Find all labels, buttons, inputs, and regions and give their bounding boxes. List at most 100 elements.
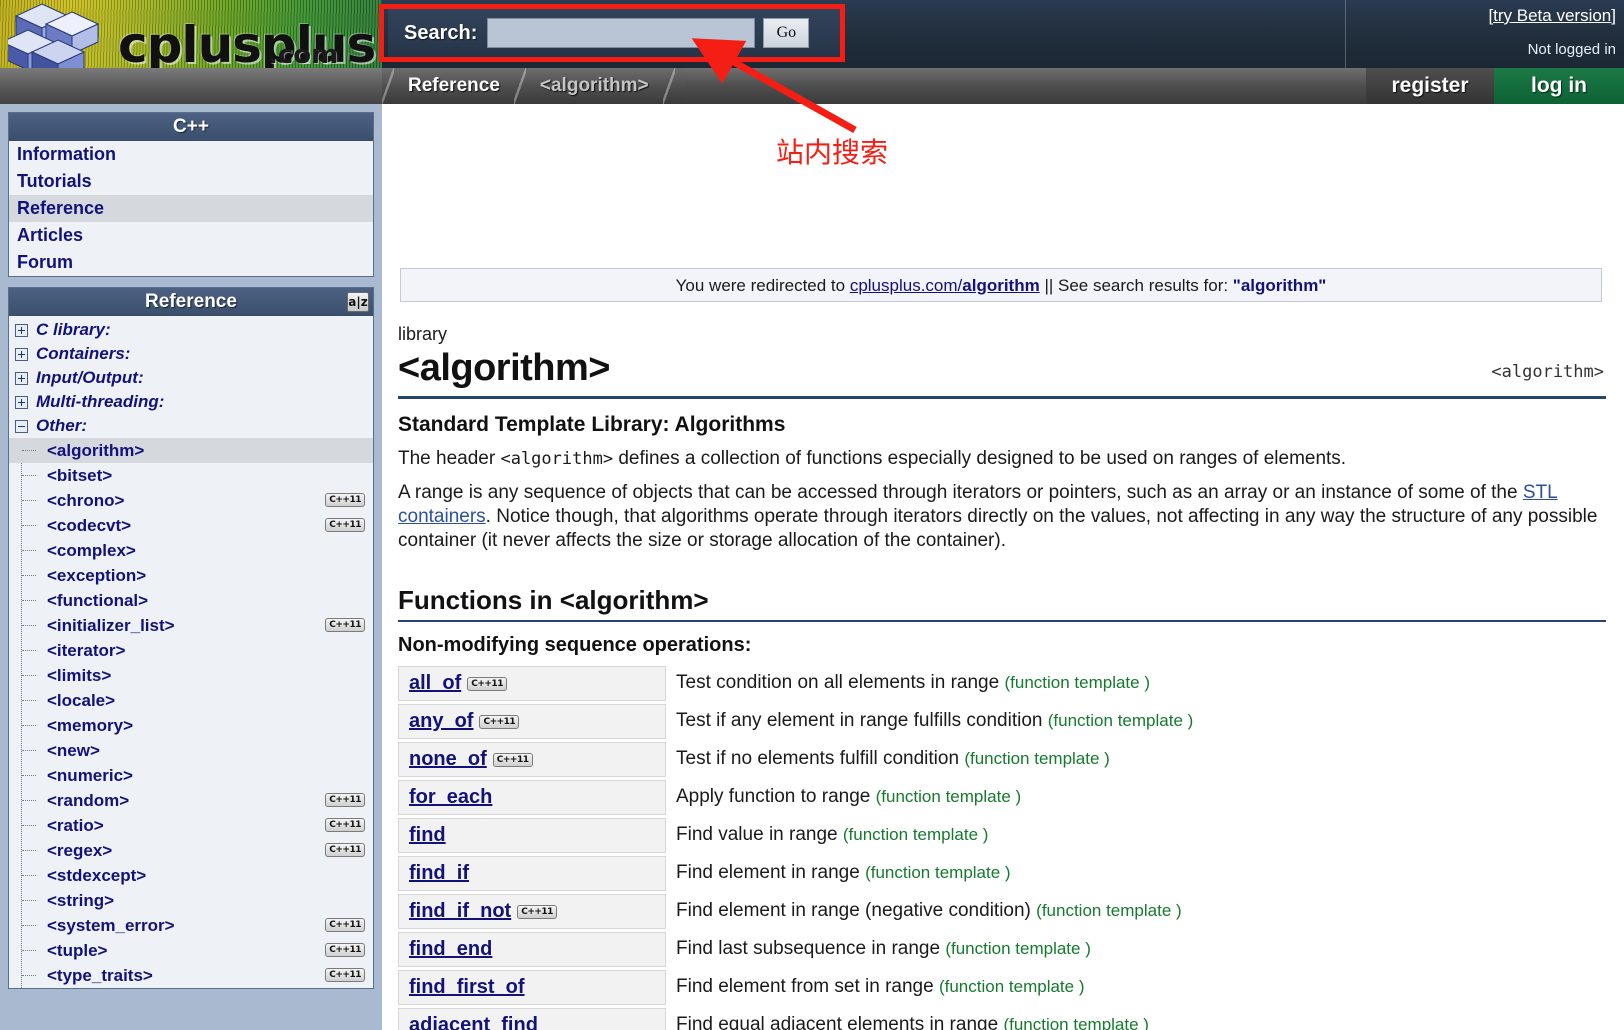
sidebar-header-label: <type_traits>: [47, 965, 153, 985]
sidebar-header-label: <locale>: [47, 690, 116, 710]
site-logo[interactable]: cplusplus .com: [0, 0, 382, 68]
search-go-button[interactable]: Go: [763, 18, 810, 48]
sidebar-header-label: <string>: [47, 890, 115, 910]
login-status-text: Not logged in: [1527, 41, 1616, 58]
sidebar-header-item[interactable]: <limits>: [9, 663, 373, 688]
function-link[interactable]: adjacent_find: [409, 1014, 538, 1030]
sidebar-header-item[interactable]: <type_traits> C++11: [9, 963, 373, 988]
breadcrumb-item-reference[interactable]: Reference: [394, 68, 514, 104]
function-description: Find element in range: [676, 862, 866, 884]
sidebar-header-label: <complex>: [47, 540, 136, 560]
redirect-middle: || See search results for:: [1039, 276, 1233, 295]
function-description-cell: Find last subsequence in range (function…: [666, 932, 1606, 967]
sidebar-header-label: <exception>: [47, 565, 147, 585]
function-link[interactable]: find_first_of: [409, 976, 525, 998]
function-link[interactable]: any_of: [409, 710, 473, 732]
sidebar-item-reference[interactable]: Reference: [9, 195, 373, 222]
tree-group-label: Containers:: [36, 344, 131, 363]
sidebar-header-item[interactable]: <system_error> C++11: [9, 913, 373, 938]
tree-group-multi-threading[interactable]: Multi-threading:: [9, 390, 373, 414]
cpp11-badge-icon: C++11: [325, 493, 365, 507]
sidebar-header-item[interactable]: <stdexcept>: [9, 863, 373, 888]
sidebar-header-label: <functional>: [47, 590, 149, 610]
sidebar-header-label: <random>: [47, 790, 130, 810]
function-link[interactable]: none_of: [409, 748, 487, 770]
redirect-link-bold: algorithm: [962, 276, 1040, 295]
cpp-panel: C++ Information Tutorials Reference Arti…: [8, 112, 374, 277]
reference-panel-title: Reference a|z: [9, 288, 373, 316]
sidebar-header-item[interactable]: <new>: [9, 738, 373, 763]
function-link[interactable]: find_if: [409, 862, 469, 884]
function-link[interactable]: for_each: [409, 786, 492, 808]
sidebar-header-item[interactable]: <initializer_list> C++11: [9, 613, 373, 638]
sidebar-header-item[interactable]: <complex>: [9, 538, 373, 563]
page-kicker: library: [398, 324, 448, 344]
login-button[interactable]: log in: [1494, 68, 1624, 104]
redirect-query[interactable]: "algorithm": [1233, 276, 1327, 295]
cpp11-badge-icon: C++11: [517, 904, 557, 919]
para2-after: . Notice though, that algorithms operate…: [398, 505, 1598, 551]
table-row: find_if_not C++11 Find element in range (n…: [398, 893, 1606, 929]
cpp11-badge-icon: C++11: [325, 943, 365, 957]
sidebar-header-label: <tuple>: [47, 940, 108, 960]
sidebar-header-label: <regex>: [47, 840, 113, 860]
sidebar-header-item[interactable]: <locale>: [9, 688, 373, 713]
tree-group-containers[interactable]: Containers:: [9, 342, 373, 366]
table-row: adjacent_find Find equal adjacent element…: [398, 1007, 1606, 1030]
redirect-link[interactable]: cplusplus.com/algorithm: [850, 276, 1040, 295]
function-group-label: Non-modifying sequence operations:: [398, 633, 752, 656]
cpp11-badge-icon: C++11: [325, 618, 365, 632]
function-name-cell: find_if: [398, 855, 666, 891]
tree-group-input-output[interactable]: Input/Output:: [9, 366, 373, 390]
top-banner: cplusplus .com Search: Go [try Beta vers…: [0, 0, 1624, 68]
search-input[interactable]: [487, 18, 756, 48]
register-button[interactable]: register: [1366, 68, 1494, 104]
expand-plus-icon[interactable]: [15, 347, 28, 361]
sidebar-item-articles[interactable]: Articles: [9, 222, 373, 249]
function-link[interactable]: find: [409, 824, 446, 846]
function-kind: (function template ): [945, 939, 1091, 959]
sidebar-header-item[interactable]: <random> C++11: [9, 788, 373, 813]
sidebar-header-item[interactable]: <bitset>: [9, 463, 373, 488]
tree-group-c-library[interactable]: C library:: [9, 318, 373, 342]
table-row: find_end Find last subsequence in range (…: [398, 931, 1606, 967]
table-row: any_of C++11 Test if any element in range …: [398, 703, 1606, 739]
function-link[interactable]: find_if_not: [409, 900, 511, 922]
sidebar-header-item[interactable]: <codecvt> C++11: [9, 513, 373, 538]
sidebar-header-item[interactable]: <memory>: [9, 713, 373, 738]
sidebar-header-item[interactable]: <iterator>: [9, 638, 373, 663]
sidebar-header-item[interactable]: <tuple> C++11: [9, 938, 373, 963]
sidebar-header-item[interactable]: <regex> C++11: [9, 838, 373, 863]
function-link[interactable]: find_end: [409, 938, 492, 960]
function-name-cell: none_of C++11: [398, 741, 666, 777]
sidebar-item-tutorials[interactable]: Tutorials: [9, 168, 373, 195]
table-row: find_first_of Find element from set in ra…: [398, 969, 1606, 1005]
sidebar-item-information[interactable]: Information: [9, 141, 373, 168]
tree-group-other[interactable]: Other:: [9, 414, 373, 438]
sidebar-header-item[interactable]: <string>: [9, 888, 373, 913]
intro-paragraph-2: A range is any sequence of objects that …: [398, 481, 1606, 553]
sidebar-header-item[interactable]: <functional>: [9, 588, 373, 613]
sidebar-header-label: <chrono>: [47, 490, 125, 510]
sidebar-item-forum[interactable]: Forum: [9, 249, 373, 276]
sidebar-header-label: <numeric>: [47, 765, 133, 785]
nav-left-filler: [0, 68, 382, 104]
sidebar-header-item[interactable]: <exception>: [9, 563, 373, 588]
sidebar-header-item[interactable]: <ratio> C++11: [9, 813, 373, 838]
collapse-minus-icon[interactable]: [15, 419, 28, 433]
sidebar-header-item[interactable]: <algorithm>: [9, 438, 373, 463]
sidebar-header-item[interactable]: <chrono> C++11: [9, 488, 373, 513]
sidebar-header-item[interactable]: <numeric>: [9, 763, 373, 788]
redirect-link-plain: cplusplus.com/: [849, 276, 963, 295]
alphabetical-sort-icon[interactable]: a|z: [347, 292, 369, 312]
breadcrumb-item-algorithm[interactable]: <algorithm>: [526, 68, 663, 104]
expand-plus-icon[interactable]: [15, 371, 28, 385]
tree-group-label: Input/Output:: [36, 368, 144, 387]
expand-plus-icon[interactable]: [15, 395, 28, 409]
expand-plus-icon[interactable]: [15, 323, 28, 337]
breadcrumb-sep-icon: [513, 68, 526, 104]
cpp11-badge-icon: C++11: [325, 843, 365, 857]
beta-version-link[interactable]: [try Beta version]: [1488, 6, 1616, 26]
function-link[interactable]: all_of: [409, 672, 461, 694]
cpp-panel-items: Information Tutorials Reference Articles…: [9, 141, 373, 276]
